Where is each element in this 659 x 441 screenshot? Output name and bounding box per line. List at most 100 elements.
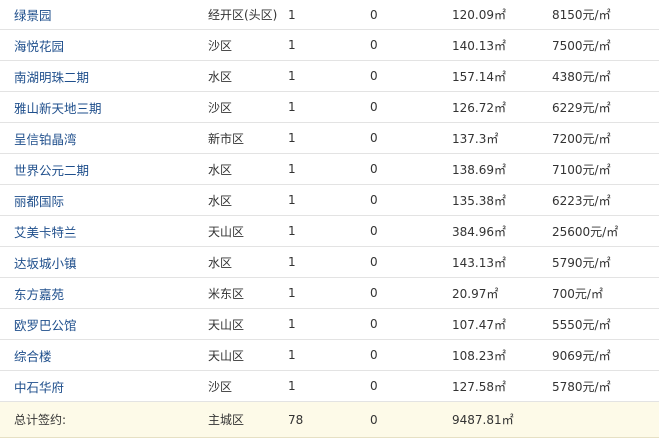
cell-area: 120.09㎡ — [452, 0, 552, 30]
cell-district: 沙区 — [208, 91, 288, 123]
table-row: 东方嘉苑 米东区 1 0 20.97㎡ 700元/㎡ — [0, 277, 659, 309]
table-row: 欧罗巴公馆 天山区 1 0 107.47㎡ 5550元/㎡ — [0, 308, 659, 340]
cell-name: 艾美卡特兰 — [0, 215, 208, 247]
project-link[interactable]: 艾美卡特兰 — [14, 225, 77, 240]
cell-name: 南湖明珠二期 — [0, 60, 208, 92]
cell-area: 20.97㎡ — [452, 277, 552, 309]
project-link[interactable]: 丽都国际 — [14, 194, 64, 209]
cell-name: 达坂城小镇 — [0, 246, 208, 278]
cell-zero: 0 — [370, 246, 452, 278]
cell-price: 6223元/㎡ — [552, 184, 659, 216]
cell-district: 水区 — [208, 184, 288, 216]
cell-name: 绿景园 — [0, 0, 208, 30]
cell-sets: 1 — [288, 60, 370, 92]
cell-name: 呈信铂晶湾 — [0, 122, 208, 154]
project-link[interactable]: 呈信铂晶湾 — [14, 132, 77, 147]
cell-price: 7200元/㎡ — [552, 122, 659, 154]
table-row: 丽都国际 水区 1 0 135.38㎡ 6223元/㎡ — [0, 184, 659, 216]
cell-area: 135.38㎡ — [452, 184, 552, 216]
cell-area: 138.69㎡ — [452, 153, 552, 185]
cell-name: 欧罗巴公馆 — [0, 308, 208, 340]
cell-area: 143.13㎡ — [452, 246, 552, 278]
total-zero: 0 — [370, 401, 452, 438]
project-link[interactable]: 东方嘉苑 — [14, 287, 64, 302]
cell-name: 雅山新天地三期 — [0, 91, 208, 123]
cell-zero: 0 — [370, 370, 452, 402]
cell-area: 126.72㎡ — [452, 91, 552, 123]
cell-area: 140.13㎡ — [452, 29, 552, 61]
cell-sets: 1 — [288, 246, 370, 278]
cell-price: 5780元/㎡ — [552, 370, 659, 402]
cell-zero: 0 — [370, 29, 452, 61]
cell-name: 丽都国际 — [0, 184, 208, 216]
cell-name: 综合楼 — [0, 339, 208, 371]
total-district: 主城区 — [208, 401, 288, 438]
cell-district: 水区 — [208, 246, 288, 278]
cell-zero: 0 — [370, 308, 452, 340]
project-link[interactable]: 综合楼 — [14, 349, 52, 364]
cell-zero: 0 — [370, 0, 452, 30]
cell-zero: 0 — [370, 184, 452, 216]
cell-zero: 0 — [370, 122, 452, 154]
cell-district: 新市区 — [208, 122, 288, 154]
cell-area: 157.14㎡ — [452, 60, 552, 92]
cell-price: 700元/㎡ — [552, 277, 659, 309]
cell-district: 水区 — [208, 153, 288, 185]
cell-district: 米东区 — [208, 277, 288, 309]
cell-area: 384.96㎡ — [452, 215, 552, 247]
cell-price: 8150元/㎡ — [552, 0, 659, 30]
cell-sets: 1 — [288, 91, 370, 123]
cell-name: 世界公元二期 — [0, 153, 208, 185]
table-row: 海悦花园 沙区 1 0 140.13㎡ 7500元/㎡ — [0, 29, 659, 61]
project-link[interactable]: 中石华府 — [14, 380, 64, 395]
cell-district: 经开区(头区) — [208, 0, 288, 30]
cell-zero: 0 — [370, 153, 452, 185]
cell-sets: 1 — [288, 370, 370, 402]
cell-price: 7100元/㎡ — [552, 153, 659, 185]
cell-district: 沙区 — [208, 29, 288, 61]
table-row: 绿景园 经开区(头区) 1 0 120.09㎡ 8150元/㎡ — [0, 0, 659, 30]
sales-table-body: 绿景园 经开区(头区) 1 0 120.09㎡ 8150元/㎡ 海悦花园 沙区 1 0 140.13… — [0, 0, 659, 402]
total-area: 9487.81㎡ — [452, 401, 552, 438]
cell-district: 沙区 — [208, 370, 288, 402]
cell-price: 6229元/㎡ — [552, 91, 659, 123]
project-link[interactable]: 绿景园 — [14, 8, 52, 23]
project-link[interactable]: 欧罗巴公馆 — [14, 318, 77, 333]
table-row: 艾美卡特兰 天山区 1 0 384.96㎡ 25600元/㎡ — [0, 215, 659, 247]
cell-sets: 1 — [288, 153, 370, 185]
project-link[interactable]: 世界公元二期 — [14, 163, 89, 178]
cell-area: 137.3㎡ — [452, 122, 552, 154]
cell-zero: 0 — [370, 277, 452, 309]
cell-price: 25600元/㎡ — [552, 215, 659, 247]
table-row: 雅山新天地三期 沙区 1 0 126.72㎡ 6229元/㎡ — [0, 91, 659, 123]
table-row: 中石华府 沙区 1 0 127.58㎡ 5780元/㎡ — [0, 370, 659, 402]
cell-name: 海悦花园 — [0, 29, 208, 61]
cell-area: 108.23㎡ — [452, 339, 552, 371]
cell-zero: 0 — [370, 215, 452, 247]
table-row: 达坂城小镇 水区 1 0 143.13㎡ 5790元/㎡ — [0, 246, 659, 278]
cell-price: 7500元/㎡ — [552, 29, 659, 61]
cell-price: 5790元/㎡ — [552, 246, 659, 278]
cell-sets: 1 — [288, 339, 370, 371]
project-link[interactable]: 雅山新天地三期 — [14, 101, 102, 116]
cell-price: 5550元/㎡ — [552, 308, 659, 340]
project-link[interactable]: 海悦花园 — [14, 39, 64, 54]
table-row: 南湖明珠二期 水区 1 0 157.14㎡ 4380元/㎡ — [0, 60, 659, 92]
cell-area: 107.47㎡ — [452, 308, 552, 340]
cell-zero: 0 — [370, 60, 452, 92]
cell-sets: 1 — [288, 29, 370, 61]
cell-sets: 1 — [288, 122, 370, 154]
cell-sets: 1 — [288, 277, 370, 309]
total-row: 总计签约: 主城区 78 0 9487.81㎡ — [0, 401, 659, 438]
table-row: 呈信铂晶湾 新市区 1 0 137.3㎡ 7200元/㎡ — [0, 122, 659, 154]
total-price — [552, 401, 659, 438]
cell-zero: 0 — [370, 339, 452, 371]
cell-zero: 0 — [370, 91, 452, 123]
cell-price: 9069元/㎡ — [552, 339, 659, 371]
cell-district: 天山区 — [208, 339, 288, 371]
table-row: 综合楼 天山区 1 0 108.23㎡ 9069元/㎡ — [0, 339, 659, 371]
table-row: 世界公元二期 水区 1 0 138.69㎡ 7100元/㎡ — [0, 153, 659, 185]
project-link[interactable]: 达坂城小镇 — [14, 256, 77, 271]
project-link[interactable]: 南湖明珠二期 — [14, 70, 89, 85]
cell-area: 127.58㎡ — [452, 370, 552, 402]
